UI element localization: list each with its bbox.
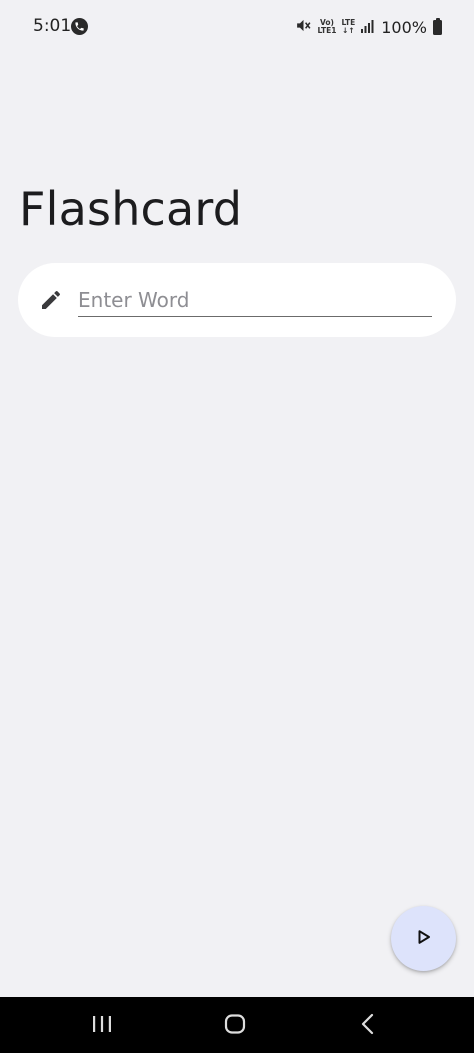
word-input[interactable] (78, 283, 432, 317)
mute-icon (295, 17, 312, 38)
status-time: 5:01 (33, 16, 72, 36)
page-title: Flashcard (19, 182, 243, 236)
home-icon (223, 1012, 247, 1039)
volte-indicator: Vo) LTE1 (317, 19, 336, 35)
back-button[interactable] (328, 997, 408, 1053)
recents-button[interactable] (62, 997, 142, 1053)
battery-icon (433, 17, 442, 35)
status-bar: 5:01 Vo) LTE1 LTE ↓↑ 100% (0, 0, 474, 56)
back-icon (358, 1013, 378, 1038)
pencil-icon (39, 288, 63, 312)
navigation-bar (0, 997, 474, 1053)
status-icons: Vo) LTE1 LTE ↓↑ 100% (295, 14, 442, 40)
phone-icon (71, 18, 88, 35)
recents-icon (91, 1014, 113, 1037)
volte-bottom-text: LTE1 (317, 26, 337, 35)
lte-indicator: LTE ↓↑ (341, 19, 355, 35)
home-button[interactable] (195, 997, 275, 1053)
lte-bottom-text: ↓↑ (342, 26, 355, 35)
battery-percent: 100% (381, 17, 427, 37)
play-icon (416, 929, 432, 948)
signal-icon (360, 18, 374, 37)
play-button[interactable] (391, 906, 456, 971)
